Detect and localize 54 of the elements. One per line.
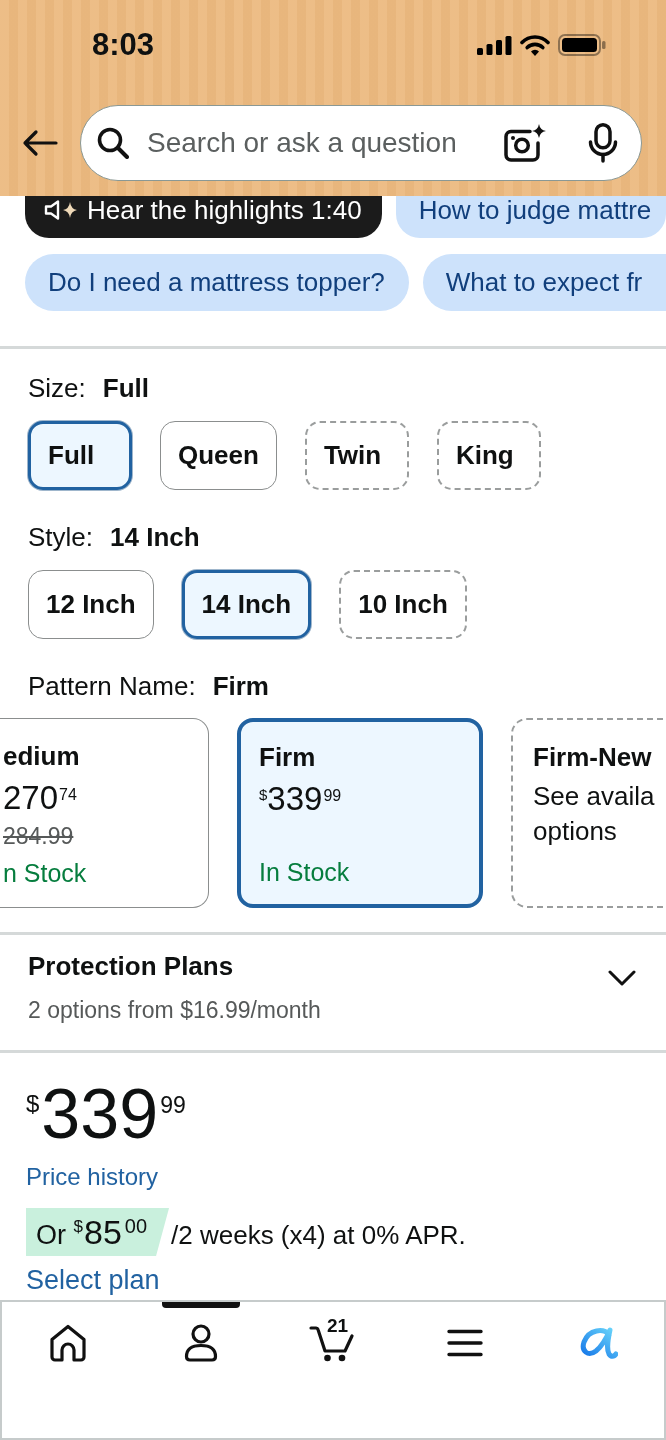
variation-value: Firm [212, 670, 269, 703]
variation-option[interactable]: 10 Inch [339, 570, 467, 639]
price: $^{$}$339$^{99}$ [26, 1079, 186, 1149]
protection-plans-title: Protection Plans [28, 950, 235, 982]
variation-option[interactable]: Twin [304, 421, 409, 490]
question-chip[interactable]: Do I need a mattress topper? [25, 254, 409, 311]
stock-status: n Stock [3, 858, 88, 888]
variation-value: 14 Inch [110, 521, 200, 554]
pattern-card[interactable]: Firm-New See availa options [511, 718, 666, 908]
search-field[interactable]: Search or ask a question [80, 105, 642, 181]
audio-chip[interactable]: Hear the highlights 1:40 [25, 196, 382, 238]
speaker-sparkle-icon [44, 199, 78, 221]
pattern-title: Firm [259, 741, 317, 773]
cart-count: 21 [327, 1316, 349, 1336]
list-price: 284.99 [3, 822, 75, 850]
battery-icon [558, 34, 606, 56]
search-input[interactable]: Search or ask a question [147, 127, 490, 159]
variation-option[interactable]: Full [28, 421, 132, 490]
installment-amount: Or $^{$}$85$^{00}$ [26, 1208, 170, 1256]
pattern-card[interactable]: Firm $^{$}$339$^{99}$ In Stock [237, 718, 483, 908]
variation-option[interactable]: Queen [160, 421, 277, 490]
pattern-price: $^{$}$339$^{99}$ [259, 779, 343, 819]
microphone-icon[interactable] [588, 123, 618, 163]
menu-icon [447, 1329, 484, 1357]
status-time: 8:03 [92, 27, 155, 63]
variation-option[interactable]: King [436, 421, 541, 490]
question-chip[interactable]: How to judge mattre [395, 196, 666, 238]
availability-note: See availa [533, 780, 656, 813]
stock-status: In Stock [259, 857, 351, 887]
price-history-link[interactable]: Price history [26, 1163, 159, 1191]
cart-tab[interactable]: 21 [266, 1302, 400, 1384]
pattern-title: edium [3, 740, 81, 772]
pattern-title: Firm-New [533, 741, 653, 773]
signal-icon [477, 35, 512, 55]
search-icon [97, 127, 129, 159]
camera-sparkle-icon[interactable] [504, 124, 546, 162]
variation-value: Full [102, 372, 150, 405]
wifi-icon [520, 34, 550, 56]
variation-label: Style: [28, 521, 94, 554]
home-icon [49, 1324, 88, 1362]
select-plan-link[interactable]: Select plan [26, 1265, 160, 1295]
back-arrow-icon[interactable] [22, 129, 58, 157]
installment-terms: /2 weeks (x4) at 0% APR. [171, 1220, 466, 1251]
pattern-card[interactable]: edium 270$^{74}$ 284.99 n Stock [0, 718, 209, 908]
question-chip[interactable]: What to expect fr [422, 254, 666, 311]
variation-label: Size: [28, 372, 86, 405]
pattern-price: 270$^{74}$ [3, 778, 78, 818]
variation-option[interactable]: 14 Inch [181, 570, 312, 639]
variation-option[interactable]: 12 Inch [28, 570, 154, 639]
variation-label: Pattern Name: [28, 670, 196, 703]
availability-note: options [533, 815, 618, 848]
person-icon [183, 1324, 218, 1362]
chevron-icon[interactable] [608, 970, 636, 986]
protection-plans-subtitle: 2 options from $16.99/month [28, 996, 321, 1025]
